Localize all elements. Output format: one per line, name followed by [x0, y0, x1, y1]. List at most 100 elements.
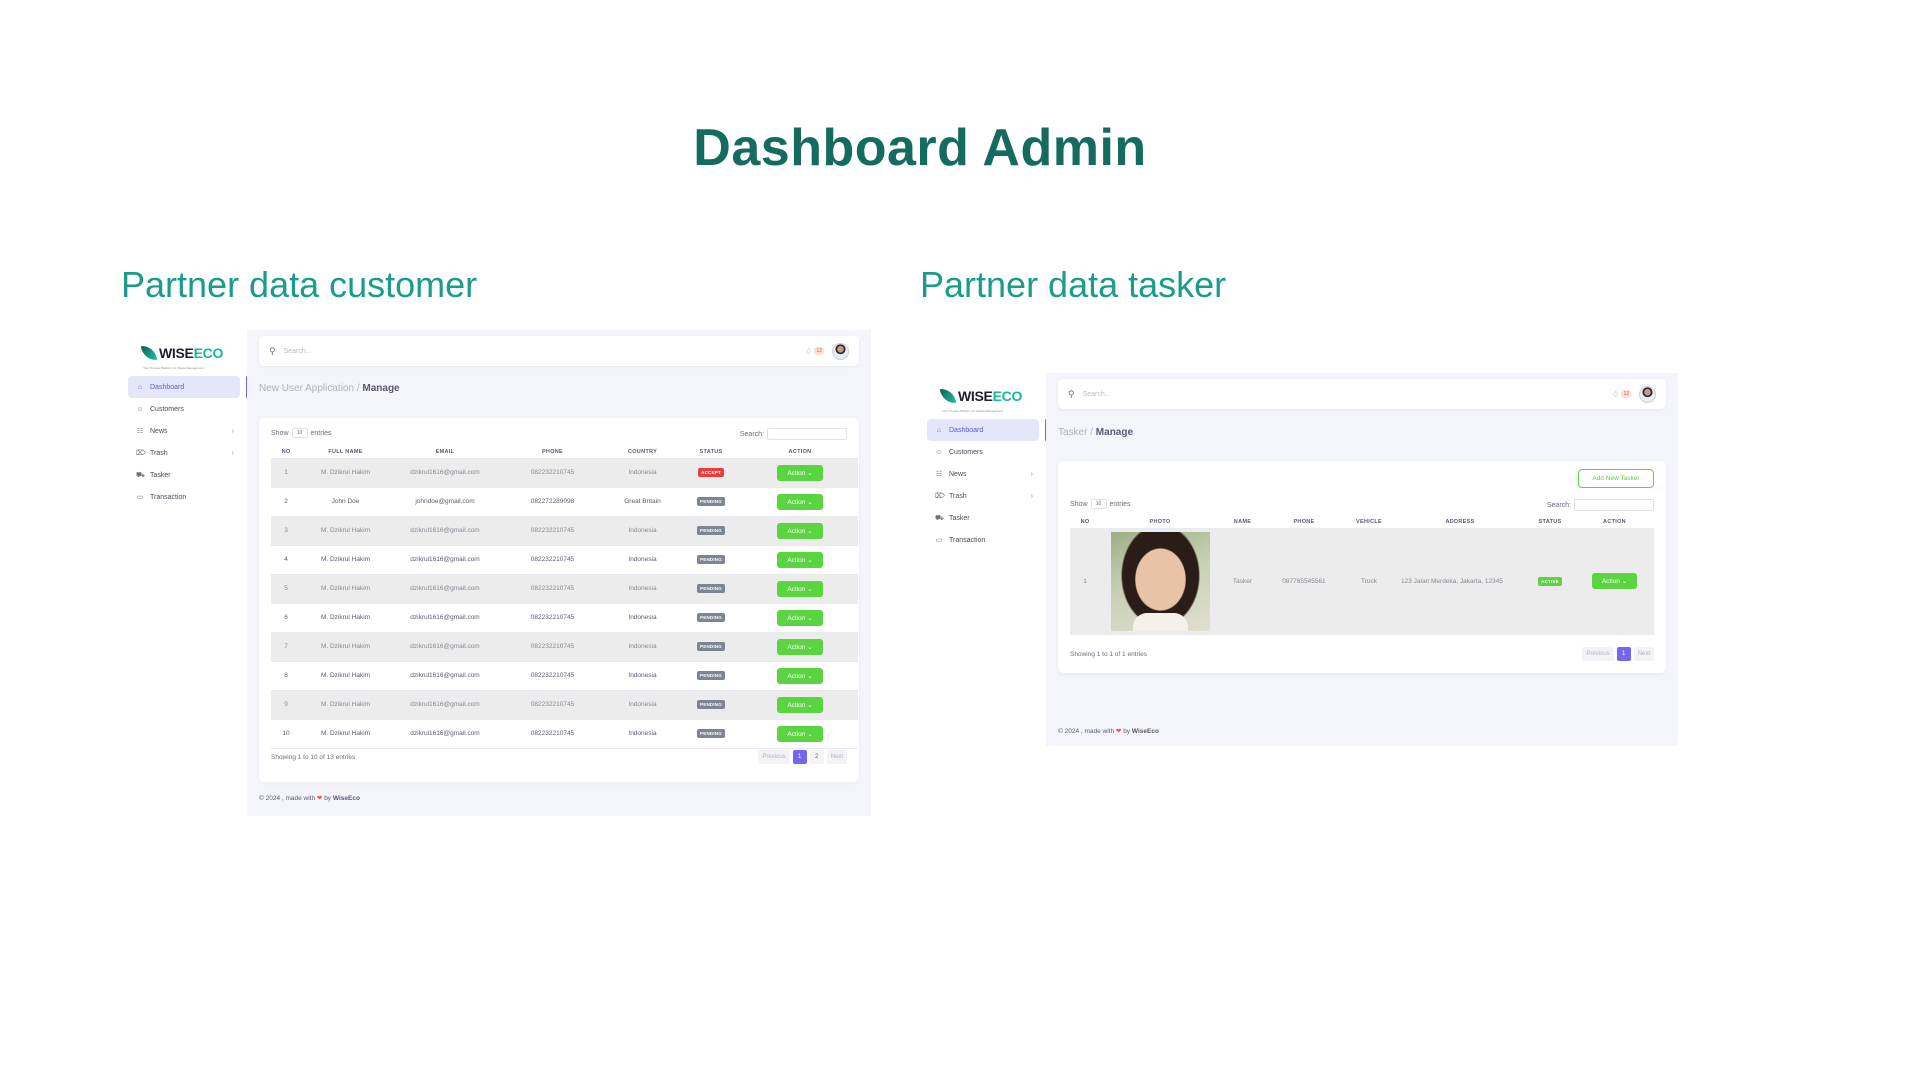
sidebar-item-label: Dashboard	[949, 426, 984, 434]
table-search-input[interactable]	[1574, 499, 1654, 511]
cell-action: Action ⌄	[742, 661, 858, 691]
home-icon: ⌂	[936, 426, 942, 434]
avatar[interactable]	[1639, 385, 1656, 403]
column-header[interactable]: ADDRESS	[1395, 516, 1525, 529]
chevron-down-icon: ⌄	[805, 585, 813, 593]
column-header[interactable]: PHONE	[500, 446, 605, 459]
cell-name: M. Dzikrul Hakim	[301, 690, 390, 720]
main-content: ⚲ Search... ♢ 12 Tasker / Manage Add New…	[1046, 373, 1678, 746]
chevron-down-icon: ⌄	[805, 469, 813, 477]
sidebar-item-transaction[interactable]: ▭ Transaction	[927, 529, 1039, 551]
cell-phone: 082232210745	[500, 458, 605, 488]
action-dropdown-button[interactable]: Action ⌄	[777, 551, 823, 568]
sidebar-item-label: Tasker	[949, 514, 970, 522]
sidebar-item-news[interactable]: ☷ News ›	[128, 420, 240, 442]
column-header[interactable]: NO	[1070, 516, 1100, 529]
previous-button[interactable]: Previous	[758, 750, 790, 764]
search-input[interactable]: Search...	[1083, 391, 1613, 398]
cell-country: Indonesia	[605, 632, 680, 662]
column-header[interactable]: STATUS	[1525, 516, 1575, 529]
chevron-down-icon: ⌄	[1619, 578, 1628, 585]
cell-action: Action ⌄	[742, 487, 858, 517]
action-dropdown-button[interactable]: Action ⌄	[1591, 573, 1638, 589]
avatar[interactable]	[832, 342, 849, 360]
cell-action: Action ⌄	[742, 632, 858, 662]
chevron-right-icon: ›	[231, 427, 234, 435]
table-search-input[interactable]	[767, 428, 847, 440]
add-new-tasker-button[interactable]: Add New Tasker	[1578, 469, 1654, 488]
cell-email: dzikrul1616@gmail.com	[390, 545, 500, 575]
action-dropdown-button[interactable]: Action ⌄	[777, 464, 823, 481]
column-header[interactable]: NO	[271, 446, 301, 459]
page-button[interactable]: 1	[792, 750, 807, 764]
column-header[interactable]: ACTION	[1575, 516, 1654, 529]
sidebar-item-label: News	[150, 427, 168, 435]
previous-button[interactable]: Previous	[1582, 647, 1614, 661]
column-header[interactable]: PHONE	[1265, 516, 1343, 529]
sidebar-item-transaction[interactable]: ▭ Transaction	[128, 486, 240, 508]
table-row: 1 Tasker 087765545561 Truck 123 Jalan Merdek…	[1070, 528, 1654, 635]
leaf-logo-icon	[140, 343, 158, 363]
page-button[interactable]: 2	[809, 750, 824, 764]
action-dropdown-button[interactable]: Action ⌄	[777, 522, 823, 539]
entries-select[interactable]: 10	[1090, 499, 1107, 509]
page-button[interactable]: 1	[1616, 647, 1631, 661]
table-row: 7 M. Dzikrul Hakim dzikrul1616@gmail.com 08…	[271, 632, 858, 662]
sidebar-item-news[interactable]: ☷ News ›	[927, 463, 1039, 485]
sidebar-item-dashboard[interactable]: ⌂ Dashboard	[128, 376, 248, 398]
user-icon: ☺	[935, 448, 943, 456]
table-info: Showing 1 to 1 of 1 entries	[1070, 651, 1147, 658]
action-dropdown-button[interactable]: Action ⌄	[777, 493, 823, 510]
entries-select[interactable]: 10	[291, 428, 308, 438]
column-header[interactable]: COUNTRY	[605, 446, 680, 459]
table-row: 2 John Doe johndoe@gmail.com 082272289098 Gr…	[271, 487, 858, 517]
column-header[interactable]: VEHICLE	[1343, 516, 1395, 529]
cell-no: 8	[271, 661, 301, 691]
sidebar-item-tasker[interactable]: ⛟ Tasker	[927, 507, 1039, 529]
sidebar-item-customers[interactable]: ☺ Customers	[927, 441, 1039, 463]
action-dropdown-button[interactable]: Action ⌄	[777, 696, 823, 713]
column-header[interactable]: FULL NAME	[301, 446, 390, 459]
action-dropdown-button[interactable]: Action ⌄	[777, 638, 823, 655]
cell-status: PENDING	[680, 719, 742, 749]
search-icon: ⚲	[1068, 388, 1075, 399]
cell-no: 1	[271, 458, 301, 488]
column-header[interactable]: NAME	[1220, 516, 1265, 529]
action-dropdown-button[interactable]: Action ⌄	[777, 725, 823, 742]
cell-status: PENDING	[680, 690, 742, 720]
cell-status: PENDING	[680, 603, 742, 633]
cell-action: Action ⌄	[742, 545, 858, 575]
next-button[interactable]: Next	[1633, 647, 1654, 661]
sidebar-item-label: Customers	[150, 405, 184, 413]
sidebar-item-tasker[interactable]: ⛟ Tasker	[128, 464, 240, 486]
bell-icon[interactable]: ♢	[1612, 390, 1619, 399]
column-header[interactable]: ACTION	[742, 446, 858, 459]
column-header[interactable]: STATUS	[680, 446, 742, 459]
column-header[interactable]: EMAIL	[390, 446, 500, 459]
status-badge: ACCEPT	[698, 468, 724, 477]
cell-no: 1	[1070, 528, 1100, 635]
logo: WISEECO	[121, 330, 247, 368]
sidebar-item-trash[interactable]: ⌦ Trash ›	[128, 442, 240, 464]
user-icon: ☺	[136, 405, 144, 413]
cell-name: M. Dzikrul Hakim	[301, 516, 390, 546]
action-dropdown-button[interactable]: Action ⌄	[777, 667, 823, 684]
pagination: Previous 1 2 Next	[758, 750, 847, 764]
status-badge: PENDING	[697, 729, 725, 738]
next-button[interactable]: Next	[826, 750, 847, 764]
action-dropdown-button[interactable]: Action ⌄	[777, 609, 823, 626]
bell-icon[interactable]: ♢	[805, 347, 812, 356]
sidebar-item-dashboard[interactable]: ⌂ Dashboard	[927, 419, 1047, 441]
sidebar-item-customers[interactable]: ☺ Customers	[128, 398, 240, 420]
column-header[interactable]: PHOTO	[1100, 516, 1220, 529]
cell-phone: 082232210745	[500, 574, 605, 604]
footer: © 2024 , made with ❤ by WiseEco	[259, 795, 360, 802]
sidebar-item-label: Transaction	[949, 536, 986, 544]
topbar: ⚲ Search... ♢ 12	[259, 336, 859, 366]
cell-phone: 082232210745	[500, 661, 605, 691]
truck-icon: ⛟	[136, 471, 145, 479]
sidebar-item-label: Dashboard	[150, 383, 185, 391]
sidebar-item-trash[interactable]: ⌦ Trash ›	[927, 485, 1039, 507]
search-input[interactable]: Search...	[284, 348, 806, 355]
action-dropdown-button[interactable]: Action ⌄	[777, 580, 823, 597]
